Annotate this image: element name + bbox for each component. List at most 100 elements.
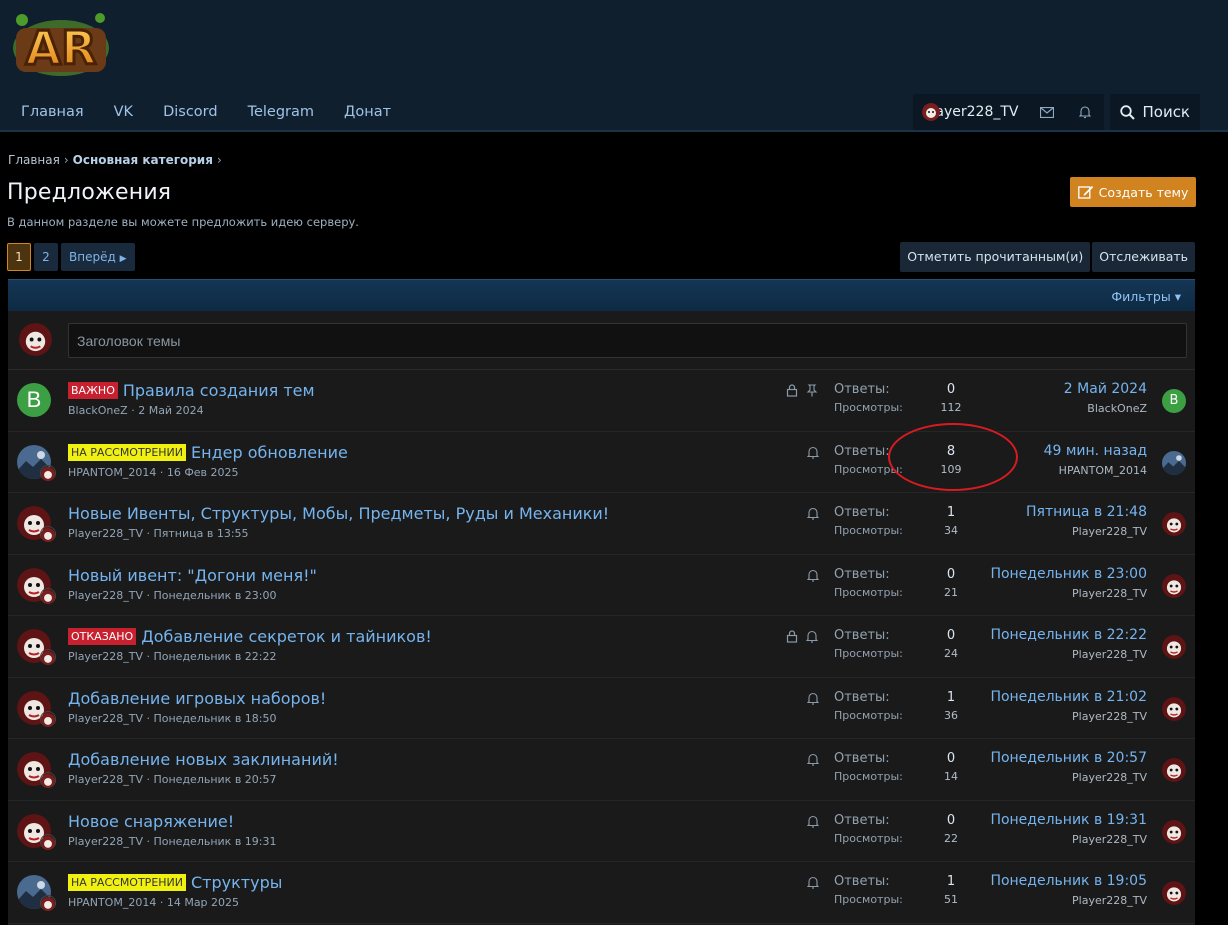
thread-author[interactable]: Player228_TV bbox=[68, 773, 143, 786]
site-logo[interactable]: AR bbox=[8, 6, 114, 80]
replies-count: 1 bbox=[946, 505, 956, 520]
last-post-user[interactable]: Player228_TV bbox=[1072, 771, 1147, 784]
thread-date[interactable]: Понедельник в 20:57 bbox=[153, 773, 276, 786]
thread-row[interactable]: Новое снаряжение! Player228_TV · Понедель… bbox=[8, 801, 1195, 862]
nav-tab-home[interactable]: Главная bbox=[6, 92, 99, 132]
thread-title[interactable]: Правила создания тем bbox=[123, 381, 315, 400]
avatar bbox=[1162, 450, 1186, 475]
pagination: 1 2 Вперёд ▶ bbox=[7, 243, 138, 271]
next-page-button[interactable]: Вперёд ▶ bbox=[61, 243, 135, 271]
nav-tab-vk[interactable]: VK bbox=[99, 92, 148, 132]
thread-title[interactable]: Новый ивент: "Догони меня!" bbox=[68, 566, 317, 585]
page-2-button[interactable]: 2 bbox=[34, 243, 58, 271]
thread-date[interactable]: 16 Фев 2025 bbox=[167, 466, 239, 479]
thread-row[interactable]: B ВАЖНО Правила создания тем BlackOneZ · 2 … bbox=[8, 370, 1195, 432]
create-thread-label: Создать тему bbox=[1098, 184, 1189, 200]
thread-date[interactable]: Пятница в 13:55 bbox=[153, 527, 248, 540]
thread-status-icons bbox=[806, 690, 820, 709]
last-post-user[interactable]: Player228_TV bbox=[1072, 525, 1147, 538]
bell-icon[interactable] bbox=[806, 444, 820, 463]
replies-label: Ответы: bbox=[834, 812, 890, 828]
breadcrumb-home[interactable]: Главная bbox=[8, 153, 60, 167]
inbox-button[interactable] bbox=[1028, 94, 1067, 130]
last-post-user[interactable]: Player228_TV bbox=[1072, 648, 1147, 661]
thread-row[interactable]: Добавление новых заклинаний! Player228_TV… bbox=[8, 739, 1195, 801]
thread-meta: HPANTOM_2014 · 14 Мар 2025 bbox=[68, 896, 240, 909]
thread-status-icons bbox=[806, 567, 820, 586]
page-1-button[interactable]: 1 bbox=[7, 243, 31, 271]
search-button[interactable]: Поиск bbox=[1110, 94, 1200, 130]
thread-author[interactable]: HPANTOM_2014 bbox=[68, 466, 156, 479]
create-thread-button[interactable]: Создать тему bbox=[1070, 177, 1196, 207]
thread-title[interactable]: Ендер обновление bbox=[191, 443, 348, 462]
thread-date[interactable]: Понедельник в 18:50 bbox=[153, 712, 276, 725]
thread-title-input[interactable] bbox=[68, 323, 1187, 358]
thread-prefix-badge[interactable]: ОТКАЗАНО bbox=[68, 628, 137, 645]
mark-read-button[interactable]: Отметить прочитанным(и) bbox=[900, 242, 1091, 272]
thread-prefix-badge[interactable]: ВАЖНО bbox=[68, 382, 118, 399]
last-post-user[interactable]: Player228_TV bbox=[1072, 894, 1147, 907]
avatar bbox=[1162, 696, 1186, 721]
last-post-date[interactable]: 2 Май 2024 bbox=[1064, 381, 1147, 397]
thread-date[interactable]: 2 Май 2024 bbox=[138, 404, 203, 417]
thread-status-icons bbox=[806, 751, 820, 770]
last-post-date[interactable]: Пятница в 21:48 bbox=[1026, 504, 1147, 520]
bell-icon[interactable] bbox=[806, 690, 820, 709]
thread-title-line: Новые Ивенты, Структуры, Мобы, Предметы,… bbox=[68, 504, 609, 523]
thread-row[interactable]: Новые Ивенты, Структуры, Мобы, Предметы,… bbox=[8, 493, 1195, 555]
bell-icon[interactable] bbox=[806, 751, 820, 770]
thread-author[interactable]: Player228_TV bbox=[68, 589, 143, 602]
watch-button[interactable]: Отслеживать bbox=[1092, 242, 1195, 272]
last-post-date[interactable]: Понедельник в 19:05 bbox=[990, 873, 1147, 889]
last-post-user[interactable]: Player228_TV bbox=[1072, 833, 1147, 846]
thread-author[interactable]: Player228_TV bbox=[68, 527, 143, 540]
thread-prefix-badge[interactable]: НА РАССМОТРЕНИИ bbox=[68, 874, 186, 891]
bell-icon[interactable] bbox=[806, 505, 820, 524]
thread-title[interactable]: Структуры bbox=[191, 873, 282, 892]
thread-date[interactable]: 14 Мар 2025 bbox=[167, 896, 239, 909]
last-post-date[interactable]: Понедельник в 20:57 bbox=[990, 750, 1147, 766]
thread-author[interactable]: Player228_TV bbox=[68, 650, 143, 663]
views-label: Просмотры: bbox=[834, 647, 903, 660]
nav-tab-discord[interactable]: Discord bbox=[148, 92, 233, 132]
last-post-date[interactable]: 49 мин. назад bbox=[1044, 443, 1147, 459]
views-label: Просмотры: bbox=[834, 585, 903, 599]
breadcrumb-category[interactable]: Основная категория bbox=[73, 153, 213, 167]
bell-icon[interactable] bbox=[806, 874, 820, 893]
thread-row[interactable]: Новый ивент: "Догони меня!" Player228_TV … bbox=[8, 555, 1195, 616]
filters-button[interactable]: Фильтры ▾ bbox=[1111, 289, 1181, 304]
thread-author[interactable]: Player228_TV bbox=[68, 835, 143, 848]
alerts-button[interactable] bbox=[1066, 94, 1105, 130]
thread-title[interactable]: Новое снаряжение! bbox=[68, 812, 234, 831]
thread-author[interactable]: BlackOneZ bbox=[68, 404, 128, 417]
thread-author[interactable]: Player228_TV bbox=[68, 712, 143, 725]
thread-title[interactable]: Добавление новых заклинаний! bbox=[68, 750, 339, 769]
last-post-user[interactable]: Player228_TV bbox=[1072, 587, 1147, 600]
thread-title[interactable]: Новые Ивенты, Структуры, Мобы, Предметы,… bbox=[68, 504, 609, 523]
thread-row[interactable]: НА РАССМОТРЕНИИ Структуры HPANTOM_2014 · 1… bbox=[8, 862, 1195, 924]
thread-date[interactable]: Понедельник в 22:22 bbox=[153, 650, 276, 663]
bell-icon[interactable] bbox=[806, 813, 820, 832]
user-menu[interactable]: Player228_TV bbox=[913, 94, 1029, 130]
thread-prefix-badge[interactable]: НА РАССМОТРЕНИИ bbox=[68, 443, 186, 461]
last-post-date[interactable]: Понедельник в 23:00 bbox=[990, 566, 1147, 582]
nav-tab-telegram[interactable]: Telegram bbox=[233, 92, 329, 132]
bell-icon bbox=[1079, 106, 1092, 119]
thread-title[interactable]: Добавление секреток и тайников! bbox=[141, 627, 432, 646]
bell-icon[interactable] bbox=[805, 628, 819, 647]
thread-row[interactable]: Добавление игровых наборов! Player228_TV … bbox=[8, 678, 1195, 739]
last-post-user[interactable]: BlackOneZ bbox=[1087, 402, 1147, 415]
thread-title[interactable]: Добавление игровых наборов! bbox=[68, 689, 326, 708]
last-post-date[interactable]: Понедельник в 19:31 bbox=[990, 812, 1147, 828]
thread-row[interactable]: ОТКАЗАНО Добавление секреток и тайников! P… bbox=[8, 616, 1195, 678]
bell-icon[interactable] bbox=[806, 567, 820, 586]
thread-date[interactable]: Понедельник в 23:00 bbox=[153, 589, 276, 602]
thread-date[interactable]: Понедельник в 19:31 bbox=[153, 835, 276, 848]
replies-count: 0 bbox=[946, 628, 956, 643]
nav-tab-donate[interactable]: Донат bbox=[329, 92, 406, 132]
last-post-date[interactable]: Понедельник в 22:22 bbox=[990, 627, 1147, 643]
last-post-user[interactable]: HPANTOM_2014 bbox=[1059, 464, 1147, 477]
thread-author[interactable]: HPANTOM_2014 bbox=[68, 896, 156, 909]
last-post-date[interactable]: Понедельник в 21:02 bbox=[990, 689, 1147, 705]
last-post-user[interactable]: Player228_TV bbox=[1072, 710, 1147, 723]
